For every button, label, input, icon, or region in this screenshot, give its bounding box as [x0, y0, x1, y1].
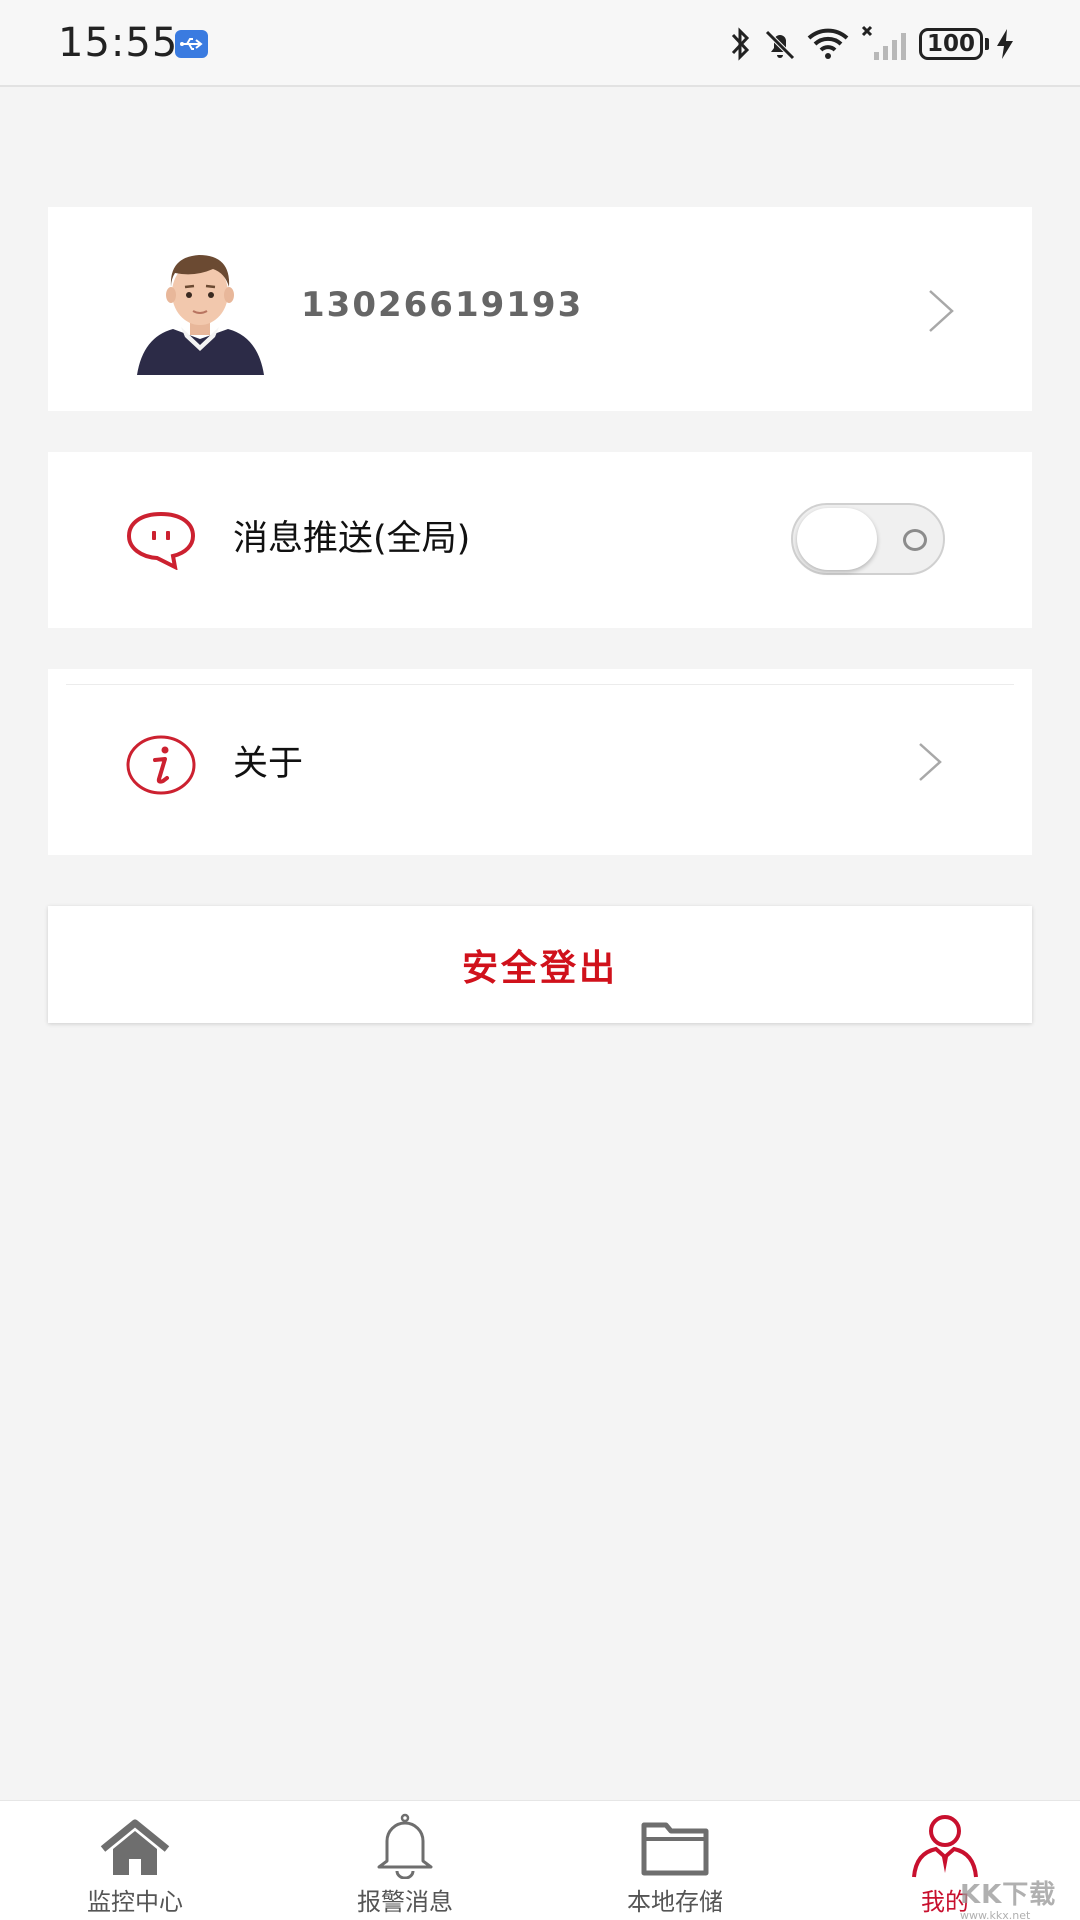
chevron-right-icon [919, 743, 942, 781]
profile-card[interactable]: 13026619193 [48, 207, 1032, 411]
bell-icon [377, 1813, 433, 1879]
nav-label: 监控中心 [87, 1888, 183, 1916]
home-icon [100, 1819, 170, 1875]
wifi-icon [807, 28, 849, 59]
chevron-right-icon [929, 290, 954, 332]
bell-muted-icon [765, 30, 795, 60]
bottom-nav: 监控中心 报警消息 本地存储 我的 [0, 1800, 1080, 1920]
charging-icon [997, 29, 1013, 59]
nav-item-monitor[interactable]: 监控中心 [0, 1801, 270, 1920]
watermark: KK下载 www.kkx.net [960, 1880, 1070, 1920]
push-setting-row: 消息推送(全局) [48, 452, 1032, 628]
status-bar: 15:55 100 [0, 0, 1080, 87]
chat-bubble-icon [126, 511, 196, 570]
nav-item-alarms[interactable]: 报警消息 [270, 1801, 540, 1920]
push-label: 消息推送(全局) [233, 519, 471, 559]
logout-button[interactable]: 安全登出 [48, 906, 1032, 1023]
toggle-knob [797, 508, 877, 570]
toggle-off-indicator [903, 529, 927, 551]
folder-icon [641, 1822, 709, 1876]
logout-label: 安全登出 [461, 947, 618, 989]
avatar [137, 255, 264, 375]
phone-number: 13026619193 [301, 285, 584, 325]
bluetooth-icon [731, 27, 750, 61]
battery-level: 100 [926, 31, 975, 57]
battery-icon: 100 [919, 28, 983, 60]
info-icon [126, 735, 196, 795]
divider [66, 684, 1014, 685]
nav-label: 本地存储 [627, 1888, 723, 1916]
watermark-url: www.kkx.net [960, 1909, 1031, 1920]
watermark-text: KK下载 [960, 1880, 1057, 1910]
status-time: 15:55 [58, 20, 179, 66]
push-toggle[interactable] [791, 503, 945, 575]
about-row[interactable]: 关于 [48, 669, 1032, 855]
screen: 15:55 100 13026619193 消息推送(全局) 关于 安全登出 监… [0, 0, 1080, 1920]
battery-tip [985, 38, 989, 50]
user-icon [912, 1815, 978, 1878]
nav-label: 报警消息 [357, 1888, 453, 1916]
usb-icon [175, 30, 208, 58]
nav-item-storage[interactable]: 本地存储 [540, 1801, 810, 1920]
signal-icon [861, 25, 906, 60]
about-label: 关于 [233, 744, 304, 784]
